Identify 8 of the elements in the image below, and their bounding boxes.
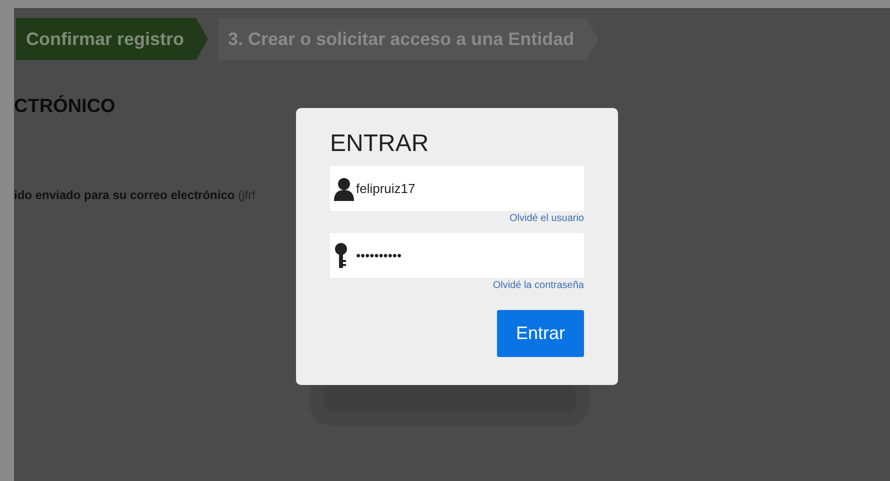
progress-step: Confirmar registro	[16, 18, 208, 60]
forgot-username-link[interactable]: Olvidé el usuario	[510, 213, 584, 224]
dialog-title: ENTRAR	[330, 130, 430, 158]
submit-button[interactable]: Entrar	[497, 310, 584, 357]
forgot-password-link[interactable]: Olvidé la contraseña	[492, 280, 584, 291]
password-field[interactable]: ••••••••••	[330, 233, 584, 278]
section-heading: CTRÓNICO	[14, 96, 116, 118]
username-field[interactable]: felipruiz17	[330, 166, 584, 211]
